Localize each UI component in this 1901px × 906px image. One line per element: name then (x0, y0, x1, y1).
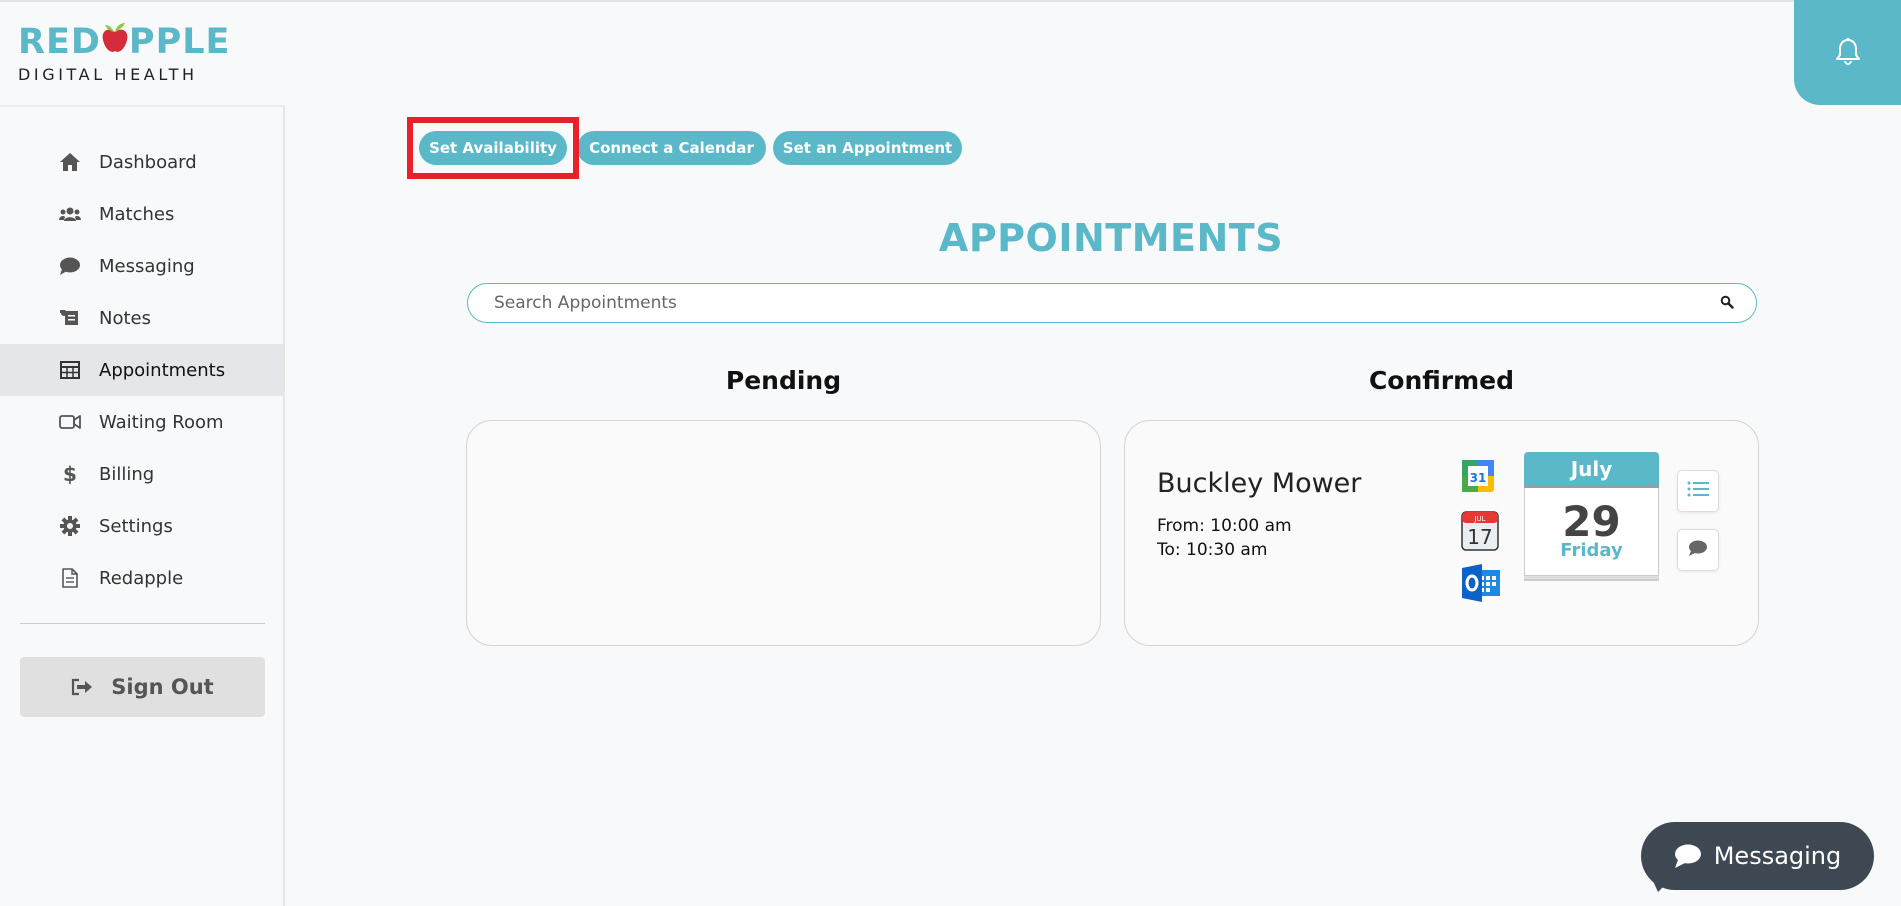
connect-calendar-button[interactable]: Connect a Calendar (577, 131, 766, 165)
apple-calendar-icon[interactable]: JUL 17 (1460, 510, 1500, 556)
chat-bubble-icon (1674, 843, 1702, 869)
appointment-details-button[interactable] (1677, 470, 1719, 512)
sidebar-item-notes[interactable]: Notes (0, 292, 283, 344)
home-icon (58, 150, 82, 174)
sidebar-item-dashboard[interactable]: Dashboard (0, 136, 283, 188)
sidebar-item-settings[interactable]: Settings (0, 500, 283, 552)
notifications-button[interactable] (1794, 0, 1901, 105)
sidebar-item-matches[interactable]: Matches (0, 188, 283, 240)
sidebar-item-label: Notes (99, 307, 151, 329)
sidebar-item-messaging[interactable]: Messaging (0, 240, 283, 292)
date-day: 29 (1562, 497, 1621, 546)
dollar-icon: $ (58, 462, 82, 486)
document-icon (58, 566, 82, 590)
sidebar-item-label: Settings (99, 515, 173, 537)
sidebar-item-waiting-room[interactable]: Waiting Room (0, 396, 283, 448)
outlook-icon[interactable] (1460, 562, 1502, 608)
sidebar-item-label: Dashboard (99, 151, 197, 173)
svg-text:17: 17 (1467, 525, 1492, 549)
sidebar-item-label: Matches (99, 203, 175, 225)
confirmed-heading: Confirmed (1368, 366, 1515, 395)
sidebar-item-billing[interactable]: $ Billing (0, 448, 283, 500)
sidebar-item-label: Redapple (99, 567, 184, 589)
sidebar-item-label: Billing (99, 463, 155, 485)
logo-wordmark: RED PPLE (18, 22, 231, 63)
google-calendar-icon[interactable]: 31 (1460, 458, 1496, 498)
appointment-name: Buckley Mower (1157, 468, 1362, 499)
list-icon (1687, 481, 1709, 501)
messaging-widget-button[interactable]: Messaging (1641, 822, 1874, 890)
chat-bubble-icon (58, 254, 82, 278)
appointment-from: From: 10:00 am (1157, 516, 1292, 536)
apple-icon (101, 22, 129, 63)
search-input[interactable] (494, 293, 1720, 313)
chat-bubble-icon (1688, 539, 1708, 561)
sidebar-item-label: Waiting Room (99, 411, 224, 433)
sidebar-divider (20, 623, 265, 624)
sign-out-label: Sign Out (111, 675, 214, 699)
sign-out-icon (71, 678, 93, 696)
messaging-widget-label: Messaging (1713, 842, 1842, 870)
set-appointment-button[interactable]: Set an Appointment (773, 131, 962, 165)
users-icon (58, 202, 82, 226)
svg-text:$: $ (63, 463, 77, 485)
search-icon[interactable] (1720, 294, 1734, 313)
svg-text:31: 31 (1470, 471, 1487, 485)
bell-icon (1835, 37, 1861, 69)
pending-heading: Pending (725, 366, 842, 395)
highlight-box (407, 117, 579, 179)
search-bar (467, 283, 1757, 323)
sidebar-item-redapple[interactable]: Redapple (0, 552, 283, 604)
sidebar-item-label: Appointments (99, 359, 226, 381)
gear-icon (58, 514, 82, 538)
top-border (0, 0, 1901, 2)
date-month: July (1524, 452, 1659, 488)
appointment-message-button[interactable] (1677, 529, 1719, 571)
appointment-date-card: July 29 Friday (1524, 452, 1659, 580)
redapple-logo[interactable]: RED PPLE DIGITAL HEALTH (18, 22, 238, 84)
pending-card (466, 420, 1101, 646)
logo-subtitle: DIGITAL HEALTH (18, 65, 198, 84)
video-camera-icon (58, 410, 82, 434)
sign-out-button[interactable]: Sign Out (20, 657, 265, 717)
page-title: APPOINTMENTS (938, 216, 1284, 260)
svg-text:JUL: JUL (1473, 515, 1485, 523)
sidebar: Dashboard Matches Messaging Notes Appoin… (0, 105, 285, 906)
appointment-to: To: 10:30 am (1157, 540, 1268, 560)
date-weekday: Friday (1560, 540, 1623, 561)
sidebar-item-appointments[interactable]: Appointments (0, 344, 283, 396)
sidebar-item-label: Messaging (99, 255, 195, 277)
table-icon (58, 358, 82, 382)
scroll-icon (58, 306, 82, 330)
